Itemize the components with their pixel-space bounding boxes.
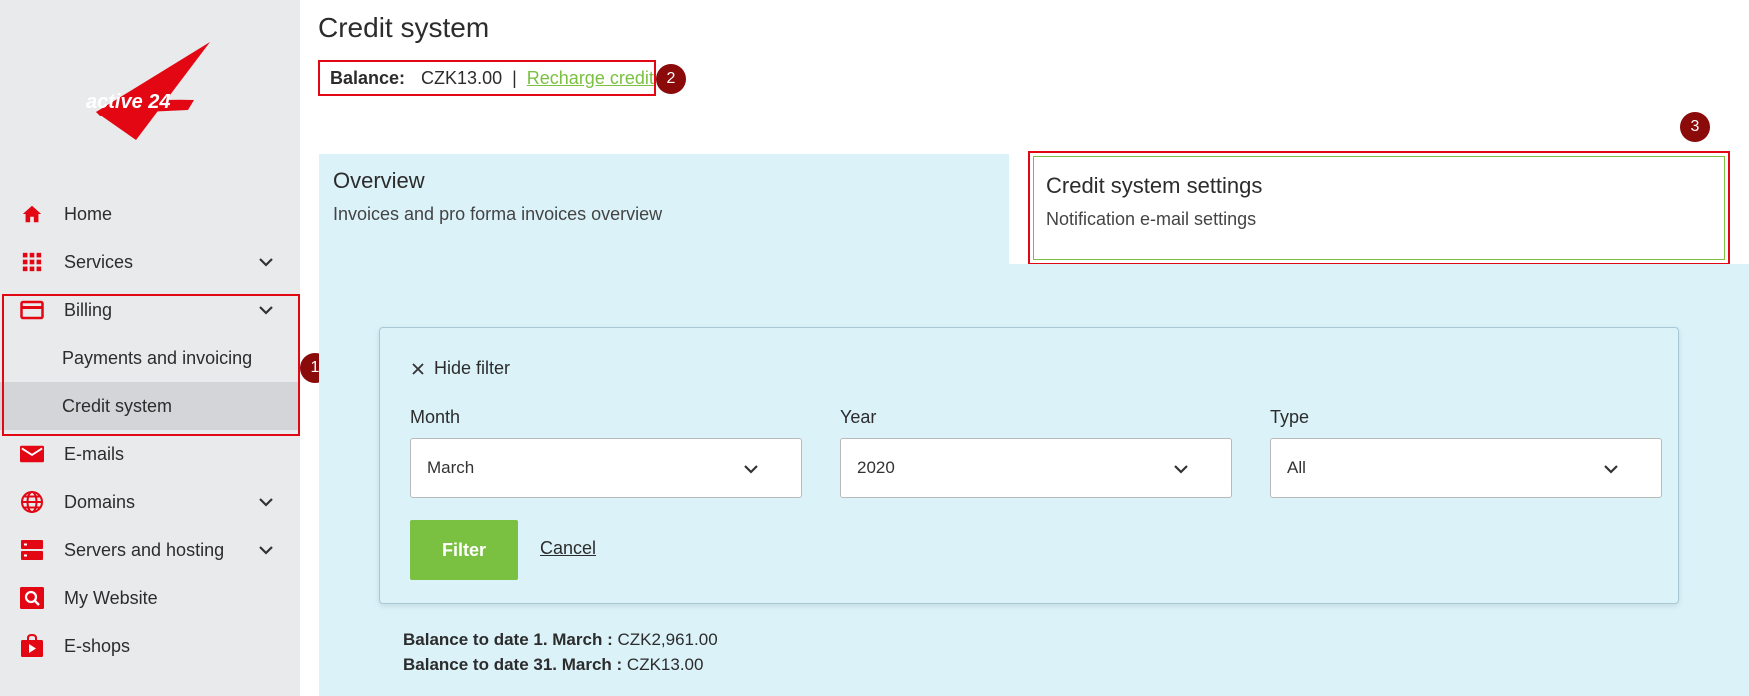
server-icon xyxy=(20,538,44,562)
tab-settings-title: Credit system settings xyxy=(1046,173,1263,198)
balance-label: Balance: xyxy=(330,67,406,88)
credit-card-icon xyxy=(20,298,44,322)
year-label: Year xyxy=(840,407,877,427)
active24-logo[interactable]: active 24 xyxy=(76,40,224,150)
grid-icon xyxy=(20,250,44,274)
balance-end-label: Balance to date 31. March : xyxy=(403,655,623,674)
month-select[interactable]: March xyxy=(410,438,802,498)
sidebar-item-label: Services xyxy=(64,251,134,272)
filter-button[interactable]: Filter xyxy=(410,520,518,580)
sidebar-item-label: Billing xyxy=(64,299,113,320)
sidebar-item-emails[interactable]: E-mails xyxy=(0,430,300,478)
filter-card: Hide filter Month March Year 2020 Type A… xyxy=(379,327,1679,604)
website-search-icon xyxy=(20,586,44,610)
main-content: Credit system Balance: CZK13.00 | Rechar… xyxy=(300,0,1749,696)
balance-start-line: Balance to date 1. March : CZK2,961.00 xyxy=(403,630,718,650)
envelope-icon xyxy=(20,442,44,466)
chevron-down-icon xyxy=(1174,465,1188,474)
sidebar: active 24 Home Services Billing Payments… xyxy=(0,0,300,696)
sidebar-item-home[interactable]: Home xyxy=(0,190,300,238)
sidebar-subitem-label: Payments and invoicing xyxy=(62,347,253,368)
type-select-value: All xyxy=(1287,458,1306,477)
month-label: Month xyxy=(410,407,461,427)
tab-settings-subtitle: Notification e-mail settings xyxy=(1046,209,1257,229)
balance-start-label: Balance to date 1. March : xyxy=(403,630,613,649)
balance-end-value: CZK13.00 xyxy=(626,655,704,674)
chevron-down-icon[interactable] xyxy=(256,300,276,320)
balance-value: CZK13.00 xyxy=(421,67,503,88)
chevron-down-icon[interactable] xyxy=(256,252,276,272)
close-icon xyxy=(412,362,424,375)
recharge-credit-link[interactable]: Recharge credit xyxy=(527,68,654,89)
sidebar-item-services[interactable]: Services xyxy=(0,238,300,286)
balance-end-line: Balance to date 31. March : CZK13.00 xyxy=(403,655,703,675)
sidebar-item-servers-and-hosting[interactable]: Servers and hosting xyxy=(0,526,300,574)
sidebar-item-e-shops[interactable]: E-shops xyxy=(0,622,300,670)
chevron-down-icon[interactable] xyxy=(256,540,276,560)
balance-start-value: CZK2,961.00 xyxy=(617,630,718,649)
page-title: Credit system xyxy=(318,12,490,43)
tab-overview-subtitle: Invoices and pro forma invoices overview xyxy=(333,204,663,224)
sidebar-item-label: E-mails xyxy=(64,443,125,464)
tab-overview[interactable]: Overview Invoices and pro forma invoices… xyxy=(319,154,1009,264)
annotation-badge-3: 3 xyxy=(1680,112,1710,142)
year-select[interactable]: 2020 xyxy=(840,438,1232,498)
cancel-link[interactable]: Cancel xyxy=(540,538,596,559)
tab-credit-system-settings[interactable]: Credit system settings Notification e-ma… xyxy=(1028,151,1730,265)
sidebar-item-label: E-shops xyxy=(64,635,131,656)
sidebar-nav: Home Services Billing Payments and invoi… xyxy=(0,190,300,670)
annotation-badge-2: 2 xyxy=(656,64,686,94)
month-select-value: March xyxy=(427,458,475,477)
home-icon xyxy=(20,202,44,226)
chevron-down-icon xyxy=(744,465,758,474)
chevron-down-icon xyxy=(1604,465,1618,474)
globe-icon xyxy=(20,490,44,514)
sidebar-subitem-label: Credit system xyxy=(62,395,173,416)
sidebar-item-billing[interactable]: Billing xyxy=(0,286,300,334)
sidebar-item-label: Domains xyxy=(64,491,136,512)
sidebar-item-domains[interactable]: Domains xyxy=(0,478,300,526)
balance-bar: Balance: CZK13.00 | Recharge credit xyxy=(318,60,656,96)
svg-text:active 24: active 24 xyxy=(86,91,171,113)
year-select-value: 2020 xyxy=(857,458,895,477)
tab-overview-title: Overview xyxy=(333,168,425,193)
balance-separator: | xyxy=(512,67,517,88)
sidebar-item-label: Home xyxy=(64,203,113,224)
sidebar-subitem-credit-system[interactable]: Credit system xyxy=(0,382,300,430)
sidebar-item-my-website[interactable]: My Website xyxy=(0,574,300,622)
shop-bag-icon xyxy=(20,634,44,658)
hide-filter-button[interactable]: Hide filter xyxy=(410,358,510,379)
sidebar-subitem-payments-and-invoicing[interactable]: Payments and invoicing xyxy=(0,334,300,382)
type-select[interactable]: All xyxy=(1270,438,1662,498)
chevron-down-icon[interactable] xyxy=(256,492,276,512)
overview-panel: Hide filter Month March Year 2020 Type A… xyxy=(319,264,1749,696)
type-label: Type xyxy=(1270,407,1310,427)
sidebar-item-label: Servers and hosting xyxy=(64,539,225,560)
sidebar-item-label: My Website xyxy=(64,587,158,608)
hide-filter-label: Hide filter xyxy=(434,358,511,378)
